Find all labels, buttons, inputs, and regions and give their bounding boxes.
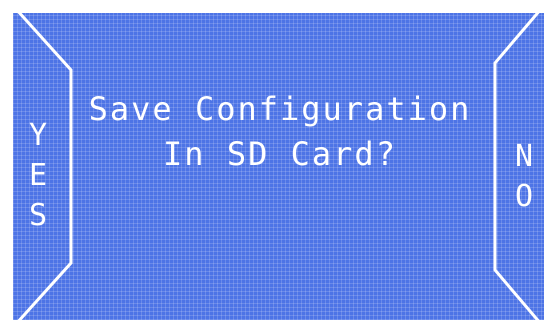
yes-button[interactable]: Y E S [20,116,56,236]
no-letter-n: N [514,139,534,174]
yes-letter-e: E [28,158,48,193]
yes-letter-y: Y [28,118,48,153]
prompt-line-2: In SD Card? [163,135,397,173]
prompt-line-1: Save Configuration [88,90,472,128]
yes-letter-s: S [28,198,48,233]
lcd-screen: Y E S Save Configuration In SD Card? N O [13,13,544,320]
no-button[interactable]: N O [506,137,542,217]
no-letter-o: O [514,179,534,214]
